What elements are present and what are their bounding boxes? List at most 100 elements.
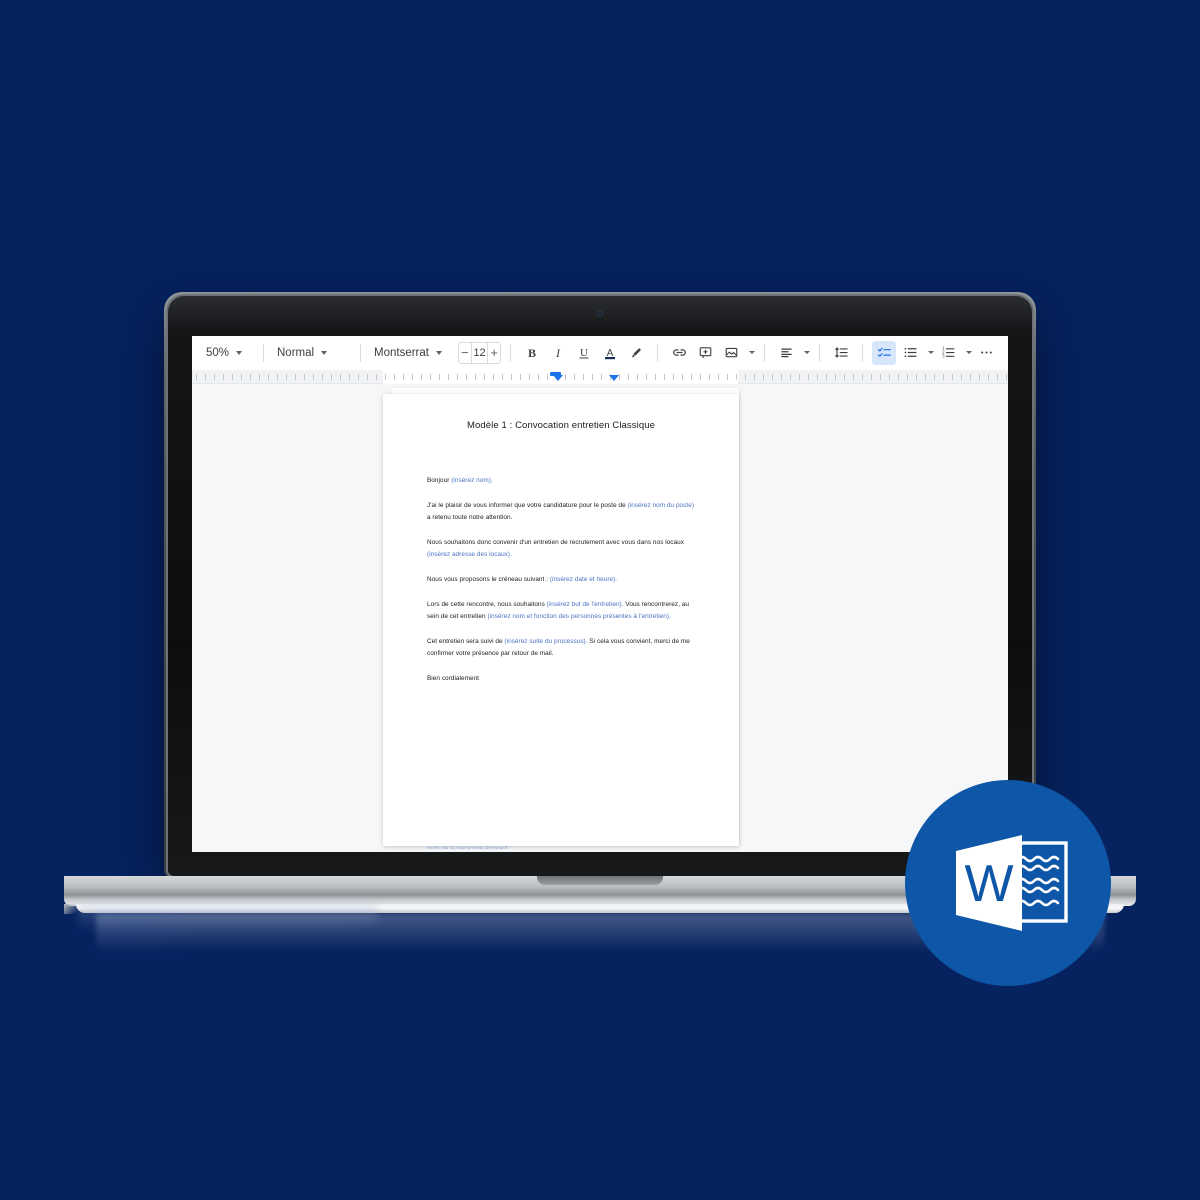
ruler-tick <box>700 374 701 380</box>
chevron-down-icon <box>321 350 328 355</box>
body-text: a retenu toute notre attention. <box>427 514 513 522</box>
font-family-dropdown[interactable]: Montserrat <box>370 341 454 365</box>
zoom-level-value: 50% <box>206 346 230 359</box>
svg-text:B: B <box>528 346 536 360</box>
chevron-down-icon[interactable] <box>928 351 934 354</box>
ruler-tick <box>223 374 224 380</box>
decrease-font-size-button[interactable]: − <box>459 343 471 363</box>
chevron-down-icon <box>236 350 243 355</box>
ruler-tick <box>304 374 305 380</box>
document-paragraph[interactable]: Bien cordialement <box>427 673 695 686</box>
align-button[interactable] <box>774 341 798 365</box>
ruler-tick <box>331 374 332 380</box>
bulleted-list-button[interactable] <box>898 341 922 365</box>
ruler-tick <box>538 374 539 380</box>
page-title: Modèle 1 : Convocation entretien Classiq… <box>467 420 655 431</box>
insert-image-button[interactable] <box>719 341 743 365</box>
laptop-mockup: 50% Normal Montserrat − 12 + B I U A 1 2… <box>0 0 1200 1200</box>
document-page[interactable]: Modèle 1 : Convocation entretien Classiq… <box>383 394 739 849</box>
ruler-tick <box>943 374 944 380</box>
ruler-tick <box>934 374 935 380</box>
font-size-stepper[interactable]: − 12 + <box>458 341 501 364</box>
ruler-tick <box>286 374 287 380</box>
ruler-tick <box>565 374 566 380</box>
underline-button[interactable]: U <box>572 341 596 365</box>
line-spacing-button[interactable] <box>829 341 853 365</box>
ruler-tick <box>250 374 251 380</box>
ruler-tick <box>781 374 782 380</box>
ruler-tick <box>430 374 431 380</box>
italic-button[interactable]: I <box>546 341 570 365</box>
ruler-ticks <box>192 370 1008 384</box>
ruler-tick <box>862 374 863 380</box>
ruler-tick <box>997 374 998 380</box>
ruler-tick <box>727 374 728 380</box>
ruler-tick <box>394 374 395 380</box>
font-size-value[interactable]: 12 <box>470 342 489 363</box>
ruler-tick <box>844 374 845 380</box>
ruler-tick <box>889 374 890 380</box>
left-indent-marker[interactable] <box>553 375 563 381</box>
document-ruler[interactable] <box>192 370 1008 384</box>
paragraph-style-dropdown[interactable]: Normal <box>273 341 351 365</box>
placeholder-text: (insérez adresse des locaux). <box>427 551 512 559</box>
ruler-tick <box>1006 374 1007 380</box>
insert-comment-button[interactable] <box>693 341 717 365</box>
toolbar-divider <box>657 343 658 362</box>
numbered-list-button[interactable]: 1 2 3 <box>936 341 960 365</box>
word-logo-letter: W <box>964 855 1013 913</box>
ruler-tick <box>268 374 269 380</box>
document-body[interactable]: Bonjour (insérez nom), J'ai le plaisir de… <box>427 475 695 686</box>
zoom-level-dropdown[interactable]: 50% <box>202 341 254 365</box>
ruler-tick <box>646 374 647 380</box>
ruler-tick <box>988 374 989 380</box>
highlight-color-button[interactable] <box>624 341 648 365</box>
more-options-button[interactable] <box>974 341 998 365</box>
chevron-down-icon[interactable] <box>749 351 755 354</box>
ruler-tick <box>763 374 764 380</box>
bold-button[interactable]: B <box>520 341 544 365</box>
document-paragraph[interactable]: J'ai le plaisir de vous informer que vot… <box>427 500 695 525</box>
ruler-tick <box>376 374 377 380</box>
ruler-tick <box>259 374 260 380</box>
paragraph-style-value: Normal <box>277 346 315 359</box>
document-paragraph[interactable]: Bonjour (insérez nom), <box>427 475 695 488</box>
document-paragraph[interactable]: Nous vous proposons le créneau suivant :… <box>427 574 695 587</box>
ruler-tick <box>241 374 242 380</box>
ruler-tick <box>790 374 791 380</box>
increase-font-size-button[interactable]: + <box>488 343 500 363</box>
body-text: Nous souhaitons donc convenir d'un entre… <box>427 538 684 546</box>
webcam-icon <box>596 310 604 317</box>
document-paragraph[interactable]: Lors de cette rencontre, nous souhaitons… <box>427 599 695 624</box>
body-text: Bien cordialement <box>427 674 480 682</box>
ruler-tick <box>637 374 638 380</box>
ruler-tick <box>664 374 665 380</box>
document-paragraph[interactable]: Nous souhaitons donc convenir d'un entre… <box>427 537 695 562</box>
ruler-tick <box>619 374 620 380</box>
ruler-tick <box>673 374 674 380</box>
text-color-button[interactable]: A <box>598 341 622 365</box>
ruler-tick <box>421 374 422 380</box>
ruler-tick <box>628 374 629 380</box>
ruler-tick <box>205 374 206 380</box>
document-footer-clipped-text: nom de la personne écrivant : <box>427 845 512 849</box>
ruler-tick <box>961 374 962 380</box>
document-paragraph[interactable]: Cet entretien sera suivi de (insérez sui… <box>427 636 695 661</box>
ruler-tick <box>475 374 476 380</box>
chevron-down-icon[interactable] <box>804 351 810 354</box>
ruler-tick <box>277 374 278 380</box>
editor-canvas: Modèle 1 : Convocation entretien Classiq… <box>192 384 1008 851</box>
insert-link-button[interactable] <box>667 341 691 365</box>
right-indent-marker[interactable] <box>609 375 619 381</box>
ruler-tick <box>871 374 872 380</box>
ruler-tick <box>466 374 467 380</box>
ruler-tick <box>979 374 980 380</box>
chevron-down-icon[interactable] <box>966 351 972 354</box>
word-logo-glyph: W <box>956 835 1068 931</box>
ruler-tick <box>655 374 656 380</box>
ruler-tick <box>736 374 737 380</box>
ruler-tick <box>547 374 548 380</box>
toolbar-divider <box>263 343 264 362</box>
ruler-tick <box>826 374 827 380</box>
checklist-button[interactable] <box>872 340 896 365</box>
